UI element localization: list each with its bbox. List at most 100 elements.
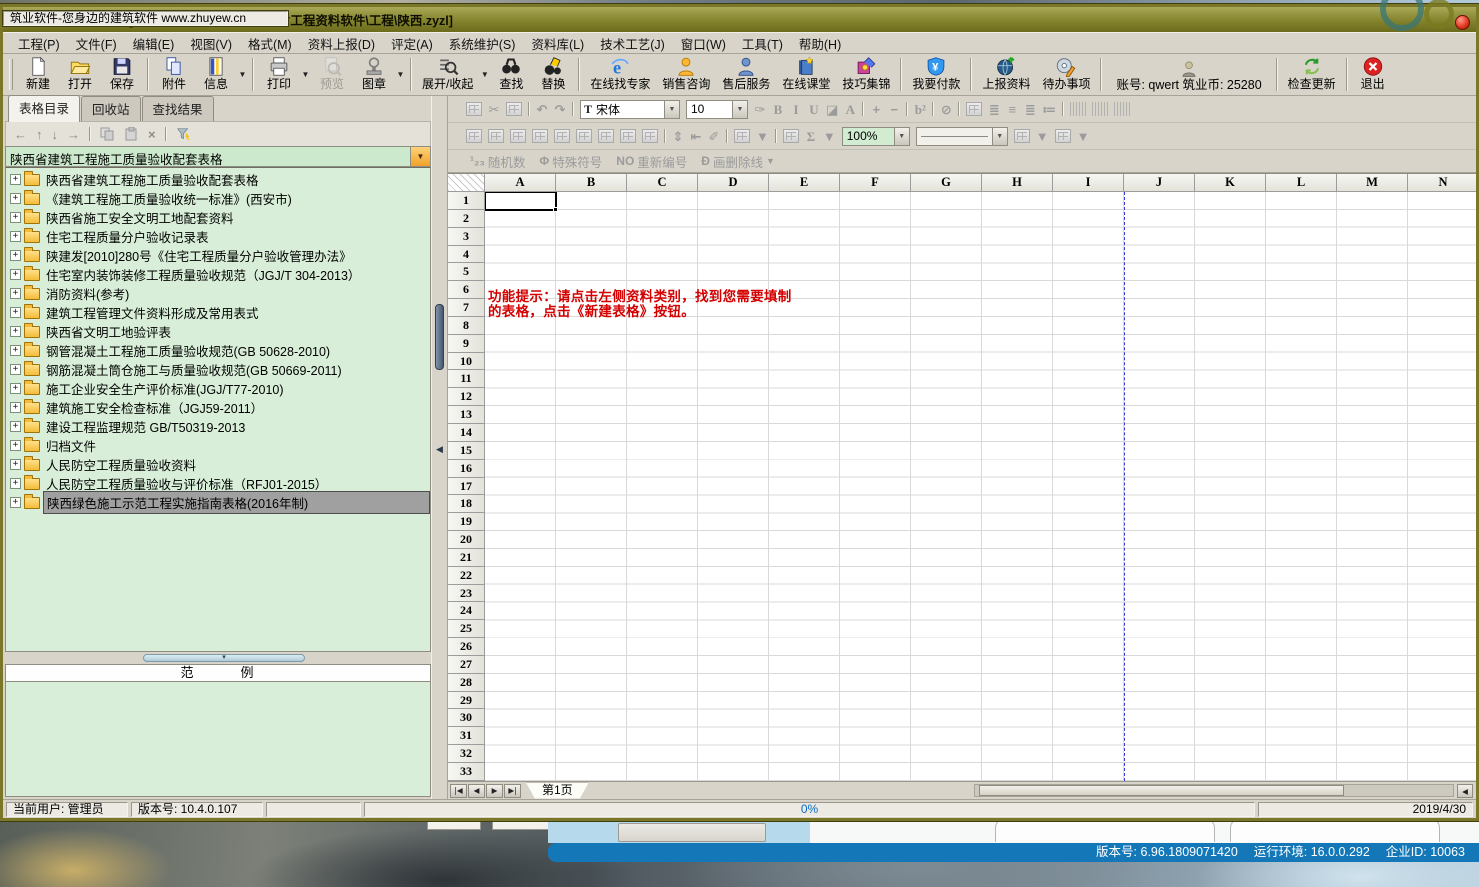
row-header-26[interactable]: 26	[448, 638, 485, 656]
move-down-icon[interactable]: ↓	[52, 128, 59, 141]
menu-item-6[interactable]: 资料上报(D)	[301, 32, 382, 55]
scroll-left-button[interactable]: ◀	[1457, 784, 1473, 798]
next-sheet-button[interactable]: ▶	[486, 784, 503, 798]
diagonal-line2-icon[interactable]	[1055, 129, 1071, 143]
menu-item-8[interactable]: 系统维护(S)	[442, 32, 523, 55]
toolbar-button-9[interactable]: 展开/收起	[416, 55, 479, 94]
distribute-rows-icon[interactable]	[1092, 102, 1108, 116]
distribute-columns-icon[interactable]	[1070, 102, 1086, 116]
menu-item-10[interactable]: 技术工艺(J)	[593, 32, 672, 55]
column-header-G[interactable]: G	[911, 174, 982, 192]
insert-cell-icon[interactable]	[466, 129, 482, 143]
fill-down-icon[interactable]	[598, 129, 614, 143]
tree-item-5[interactable]: +陕建发[2010]280号《住宅工程质量分户验收管理办法》	[10, 246, 430, 265]
zoom-dropdown-button[interactable]: ▼	[894, 128, 909, 145]
row-header-13[interactable]: 13	[448, 406, 485, 424]
category-dropdown-button[interactable]: ▼	[410, 147, 430, 166]
pattern-fill-icon[interactable]	[734, 129, 750, 143]
lock-cell-icon[interactable]	[642, 129, 658, 143]
tree-item-12[interactable]: +施工企业安全生产评价标准(JGJ/T77-2010)	[10, 379, 430, 398]
expand-plus-icon[interactable]: +	[10, 326, 21, 337]
tree-item-14[interactable]: +建设工程监理规范 GB/T50319-2013	[10, 417, 430, 436]
menu-item-11[interactable]: 窗口(W)	[674, 32, 733, 55]
expand-plus-icon[interactable]: +	[10, 421, 21, 432]
diagonal-line-icon[interactable]	[1014, 129, 1030, 143]
delete-row-icon[interactable]	[576, 129, 592, 143]
toolbar-button-19[interactable]: 待办事项	[1036, 55, 1096, 94]
split-cell-icon[interactable]	[510, 129, 526, 143]
row-header-5[interactable]: 5	[448, 263, 485, 281]
tree-item-3[interactable]: +陕西省施工安全文明工地配套资料	[10, 208, 430, 227]
column-header-A[interactable]: A	[485, 174, 556, 192]
column-header-D[interactable]: D	[698, 174, 769, 192]
column-header-M[interactable]: M	[1337, 174, 1408, 192]
row-header-3[interactable]: 3	[448, 228, 485, 246]
expand-plus-icon[interactable]: +	[10, 497, 21, 508]
dropdown-arrow-icon[interactable]: ▼	[237, 55, 248, 94]
row-header-1[interactable]: 1	[448, 192, 485, 210]
toolbar-button-6[interactable]: 打印	[258, 55, 300, 94]
expand-plus-icon[interactable]: +	[10, 459, 21, 470]
row-header-22[interactable]: 22	[448, 567, 485, 585]
menu-item-13[interactable]: 帮助(H)	[792, 32, 848, 55]
indent-icon[interactable]: ⇤	[690, 130, 702, 143]
column-header-L[interactable]: L	[1266, 174, 1337, 192]
row-header-10[interactable]: 10	[448, 353, 485, 371]
expand-plus-icon[interactable]: +	[10, 307, 21, 318]
copy-icon[interactable]	[466, 102, 482, 116]
menu-item-7[interactable]: 评定(A)	[384, 32, 440, 55]
size-dropdown-button[interactable]: ▼	[732, 101, 747, 118]
row-header-8[interactable]: 8	[448, 317, 485, 335]
tree-item-11[interactable]: +钢筋混凝土筒仓施工与质量验收规范(GB 50669-2011)	[10, 360, 430, 379]
splitter-thumb[interactable]	[435, 304, 444, 370]
collapse-left-arrow-icon[interactable]: ◀	[436, 444, 443, 455]
font-size-combobox[interactable]: 10▼	[686, 100, 748, 119]
diagonal2-dropdown-icon[interactable]: ▼	[1077, 130, 1090, 143]
row-header-9[interactable]: 9	[448, 335, 485, 353]
copy-node-icon[interactable]	[100, 127, 115, 141]
menu-item-5[interactable]: 格式(M)	[241, 32, 299, 55]
row-header-18[interactable]: 18	[448, 495, 485, 513]
font-color-icon[interactable]: A	[844, 103, 856, 116]
insert-column-icon[interactable]	[554, 129, 570, 143]
row-header-32[interactable]: 32	[448, 745, 485, 763]
line-style-combobox[interactable]: ▼	[916, 127, 1008, 146]
toolbar-button-13[interactable]: 销售咨询	[656, 55, 716, 94]
tree-item-6[interactable]: +住宅室内装饰装修工程质量验收规范（JGJ/T 304-2013）	[10, 265, 430, 284]
move-up-icon[interactable]: ↑	[36, 128, 43, 141]
splitter-collapse-handle[interactable]: ▾	[143, 654, 305, 662]
paste-icon[interactable]	[506, 102, 522, 116]
decrease-size-icon[interactable]: −	[888, 103, 900, 116]
toolbar-button-16[interactable]: 技巧集锦	[836, 55, 896, 94]
tree-item-7[interactable]: +消防资料(参考)	[10, 284, 430, 303]
row-header-29[interactable]: 29	[448, 692, 485, 710]
borders-icon[interactable]	[783, 129, 799, 143]
tree-item-10[interactable]: +钢管混凝土工程施工质量验收规范(GB 50628-2010)	[10, 341, 430, 360]
row-header-16[interactable]: 16	[448, 460, 485, 478]
expand-plus-icon[interactable]: +	[10, 269, 21, 280]
merge-cells-icon[interactable]	[488, 129, 504, 143]
line-dropdown-button[interactable]: ▼	[992, 128, 1007, 145]
column-header-F[interactable]: F	[840, 174, 911, 192]
redo-icon[interactable]: ↷	[554, 103, 566, 116]
toolbar-button-2[interactable]: 打开	[59, 55, 101, 94]
expand-plus-icon[interactable]: +	[10, 345, 21, 356]
expand-plus-icon[interactable]: +	[10, 364, 21, 375]
tree-item-2[interactable]: +《建筑工程施工质量验收统一标准》(西安市)	[10, 189, 430, 208]
align-left-icon[interactable]: ≣	[988, 103, 1000, 116]
row-height-icon[interactable]: ⇕	[672, 130, 684, 143]
increase-size-icon[interactable]: +	[870, 103, 882, 116]
column-header-N[interactable]: N	[1408, 174, 1476, 192]
prev-sheet-button[interactable]: ◀	[468, 784, 485, 798]
paragraph-settings-icon[interactable]	[966, 102, 982, 116]
toolbar-button-5[interactable]: 信息	[195, 55, 237, 94]
last-sheet-button[interactable]: ▶|	[504, 784, 521, 798]
dropdown-arrow-icon[interactable]: ▼	[395, 55, 406, 94]
dropdown-arrow-icon[interactable]: ▼	[479, 55, 490, 94]
toolbar-button-12[interactable]: e在线找专家	[584, 55, 656, 94]
align-right-icon[interactable]: ≣	[1024, 103, 1036, 116]
sidebar-tab-2[interactable]: 回收站	[81, 96, 141, 121]
toolbar-button-21[interactable]: 检查更新	[1282, 55, 1342, 94]
toolbar-button-10[interactable]: 查找	[490, 55, 532, 94]
column-header-C[interactable]: C	[627, 174, 698, 192]
